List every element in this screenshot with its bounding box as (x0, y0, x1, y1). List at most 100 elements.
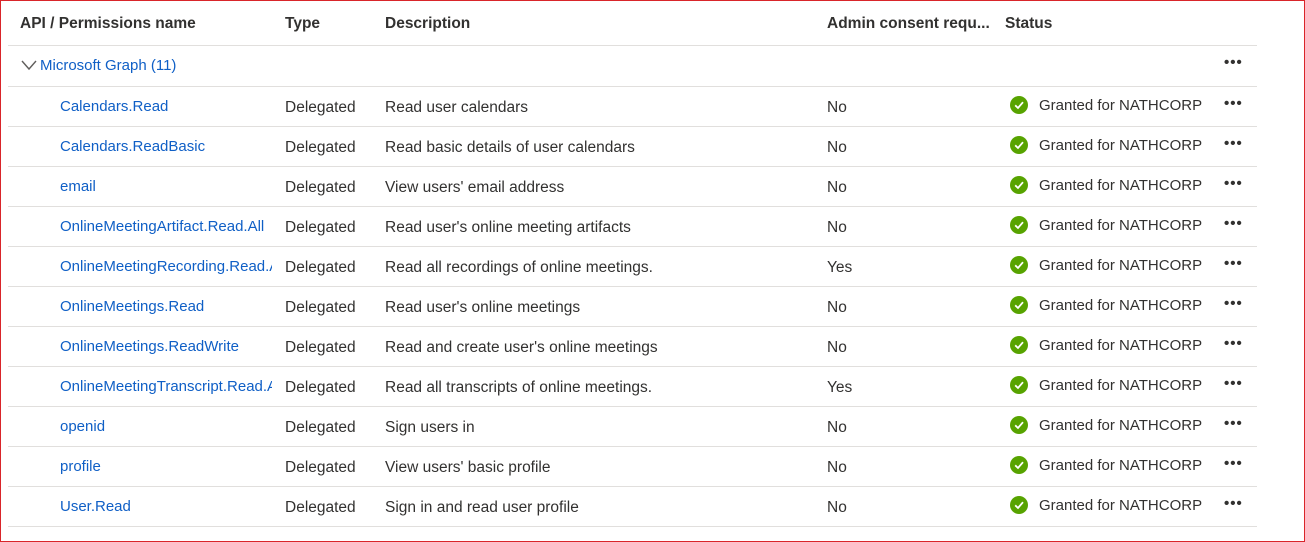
column-header-type[interactable]: Type (285, 15, 320, 33)
permission-description: Sign users in (385, 419, 475, 436)
permission-name-link[interactable]: OnlineMeetingArtifact.Read.All (60, 218, 272, 235)
admin-consent-required: No (827, 99, 847, 116)
group-row-microsoft-graph[interactable]: Microsoft Graph (11) ••• (8, 46, 1257, 87)
table-row: OnlineMeetingArtifact.Read.All Delegated… (8, 207, 1257, 247)
admin-consent-required: No (827, 459, 847, 476)
column-header-admin-consent[interactable]: Admin consent requ... (827, 15, 990, 33)
admin-consent-required: No (827, 499, 847, 516)
permission-name-link[interactable]: Calendars.Read (60, 98, 272, 115)
check-circle-icon (1010, 256, 1028, 274)
admin-consent-required: No (827, 299, 847, 316)
status-cell: Granted for NATHCORP (1010, 176, 1202, 194)
permission-name-link[interactable]: OnlineMeetings.ReadWrite (60, 338, 272, 355)
status-cell: Granted for NATHCORP (1010, 256, 1202, 274)
more-horizontal-icon[interactable]: ••• (1224, 255, 1243, 272)
status-text: Granted for NATHCORP (1039, 136, 1203, 154)
permission-name-link[interactable]: OnlineMeetingRecording.Read.A (60, 258, 272, 275)
permission-type: Delegated (285, 339, 356, 356)
admin-consent-required: No (827, 179, 847, 196)
admin-consent-required: No (827, 219, 847, 236)
permission-name-link[interactable]: User.Read (60, 498, 272, 515)
status-text: Granted for NATHCORP (1039, 376, 1203, 394)
more-horizontal-icon[interactable]: ••• (1224, 415, 1243, 432)
permission-name-link[interactable]: profile (60, 458, 272, 475)
more-horizontal-icon[interactable]: ••• (1224, 135, 1243, 152)
more-horizontal-icon[interactable]: ••• (1224, 54, 1243, 71)
permission-description: Read and create user's online meetings (385, 339, 658, 356)
check-circle-icon (1010, 136, 1028, 154)
admin-consent-required: Yes (827, 259, 853, 276)
more-horizontal-icon[interactable]: ••• (1224, 455, 1243, 472)
status-cell: Granted for NATHCORP (1010, 296, 1202, 314)
admin-consent-required: No (827, 139, 847, 156)
more-horizontal-icon[interactable]: ••• (1224, 495, 1243, 512)
status-text: Granted for NATHCORP (1039, 256, 1203, 274)
status-text: Granted for NATHCORP (1039, 296, 1203, 314)
status-cell: Granted for NATHCORP (1010, 416, 1202, 434)
permission-type: Delegated (285, 99, 356, 116)
status-text: Granted for NATHCORP (1039, 336, 1203, 354)
permission-type: Delegated (285, 259, 356, 276)
status-cell: Granted for NATHCORP (1010, 336, 1202, 354)
permission-type: Delegated (285, 179, 356, 196)
table-row: OnlineMeetings.ReadWrite Delegated Read … (8, 327, 1257, 367)
check-circle-icon (1010, 296, 1028, 314)
permission-description: Read basic details of user calendars (385, 139, 635, 156)
table-row: OnlineMeetingRecording.Read.A Delegated … (8, 247, 1257, 287)
check-circle-icon (1010, 216, 1028, 234)
table-row: openid Delegated Sign users in No Grante… (8, 407, 1257, 447)
check-circle-icon (1010, 456, 1028, 474)
group-label[interactable]: Microsoft Graph (11) (40, 57, 176, 74)
more-horizontal-icon[interactable]: ••• (1224, 375, 1243, 392)
admin-consent-required: No (827, 419, 847, 436)
check-circle-icon (1010, 496, 1028, 514)
table-row: Calendars.ReadBasic Delegated Read basic… (8, 127, 1257, 167)
status-cell: Granted for NATHCORP (1010, 496, 1202, 514)
table-row: User.Read Delegated Sign in and read use… (8, 487, 1257, 527)
permissions-table: API / Permissions name Type Description … (8, 5, 1257, 527)
permission-description: Sign in and read user profile (385, 499, 579, 516)
permission-description: Read user's online meeting artifacts (385, 219, 631, 236)
more-horizontal-icon[interactable]: ••• (1224, 215, 1243, 232)
status-text: Granted for NATHCORP (1039, 456, 1203, 474)
permission-type: Delegated (285, 139, 356, 156)
more-horizontal-icon[interactable]: ••• (1224, 95, 1243, 112)
permission-description: View users' basic profile (385, 459, 551, 476)
check-circle-icon (1010, 376, 1028, 394)
admin-consent-required: Yes (827, 379, 853, 396)
permission-description: Read all recordings of online meetings. (385, 259, 653, 276)
permission-type: Delegated (285, 459, 356, 476)
table-row: OnlineMeetingTranscript.Read.A Delegated… (8, 367, 1257, 407)
column-header-name[interactable]: API / Permissions name (20, 15, 196, 33)
permission-description: Read all transcripts of online meetings. (385, 379, 653, 396)
status-text: Granted for NATHCORP (1039, 96, 1203, 114)
status-cell: Granted for NATHCORP (1010, 96, 1202, 114)
status-text: Granted for NATHCORP (1039, 496, 1203, 514)
status-text: Granted for NATHCORP (1039, 416, 1203, 434)
permission-name-link[interactable]: Calendars.ReadBasic (60, 138, 272, 155)
check-circle-icon (1010, 336, 1028, 354)
table-row: Calendars.Read Delegated Read user calen… (8, 87, 1257, 127)
status-cell: Granted for NATHCORP (1010, 216, 1202, 234)
status-cell: Granted for NATHCORP (1010, 376, 1202, 394)
permission-name-link[interactable]: OnlineMeetingTranscript.Read.A (60, 378, 272, 395)
permission-type: Delegated (285, 499, 356, 516)
permission-description: View users' email address (385, 179, 565, 196)
permission-description: Read user's online meetings (385, 299, 581, 316)
more-horizontal-icon[interactable]: ••• (1224, 335, 1243, 352)
column-header-description[interactable]: Description (385, 15, 470, 33)
permission-name-link[interactable]: OnlineMeetings.Read (60, 298, 272, 315)
permission-name-link[interactable]: email (60, 178, 272, 195)
more-horizontal-icon[interactable]: ••• (1224, 295, 1243, 312)
check-circle-icon (1010, 96, 1028, 114)
permission-name-link[interactable]: openid (60, 418, 272, 435)
permission-type: Delegated (285, 299, 356, 316)
permission-type: Delegated (285, 419, 356, 436)
check-circle-icon (1010, 416, 1028, 434)
more-horizontal-icon[interactable]: ••• (1224, 175, 1243, 192)
permission-description: Read user calendars (385, 99, 529, 116)
table-row: profile Delegated View users' basic prof… (8, 447, 1257, 487)
column-header-status[interactable]: Status (1005, 15, 1052, 33)
status-text: Granted for NATHCORP (1039, 216, 1203, 234)
chevron-down-icon[interactable] (21, 58, 37, 72)
